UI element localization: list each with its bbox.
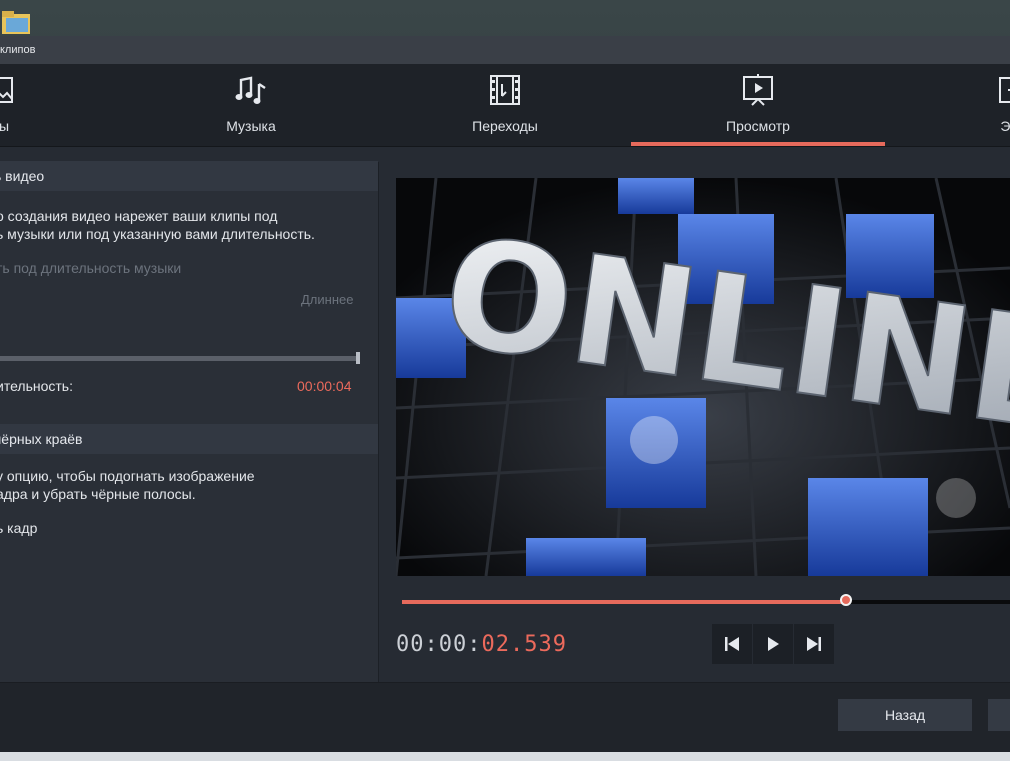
timecode-main: 00:00: (396, 632, 482, 657)
window-title: клипов (0, 44, 36, 56)
play-icon (768, 637, 779, 651)
prev-button[interactable] (712, 624, 752, 664)
fit-to-music-option[interactable]: ть под длительность музыки (0, 260, 181, 276)
timecode-accent: 02.539 (481, 632, 567, 657)
duration-slider-handle[interactable] (356, 352, 360, 364)
section-black-edges-desc-2: адра и убрать чёрные полосы. (0, 486, 196, 502)
next-step-button[interactable] (988, 699, 1010, 731)
settings-panel: ь видео о создания видео нарежет ваши кл… (0, 161, 379, 682)
slider-longer-label: Длиннее (301, 292, 354, 307)
skip-forward-icon (807, 637, 821, 651)
preview-play-icon (743, 74, 773, 106)
tab-export[interactable]: Экс (885, 64, 1010, 146)
tab-preview[interactable]: Просмотр (631, 64, 885, 146)
tab-transitions[interactable]: Переходы (378, 64, 632, 146)
active-tab-indicator (631, 142, 885, 146)
duration-slider[interactable] (0, 356, 360, 361)
duration-value: 00:00:04 (297, 378, 352, 394)
play-button[interactable] (753, 624, 793, 664)
fill-frame-option[interactable]: ь кадр (0, 520, 37, 536)
window-titlebar: клипов (0, 36, 1010, 64)
app-window: клипов лы Музыка (0, 36, 1010, 753)
tab-music-label: Музыка (226, 118, 276, 134)
section-video-desc-1: о создания видео нарежет ваши клипы под (0, 208, 278, 224)
back-button[interactable]: Назад (838, 699, 972, 731)
section-video-desc-2: ь музыки или под указанную вами длительн… (0, 226, 315, 242)
transition-film-icon (490, 75, 520, 105)
video-frame-image: ONLINE (396, 178, 1010, 576)
tab-export-label: Экс (1000, 118, 1010, 134)
next-button[interactable] (794, 624, 834, 664)
preview-panel: ONLINE 00:00:02.539 (379, 162, 1010, 682)
section-black-edges-header: чёрных краёв (0, 424, 378, 454)
tab-media[interactable]: лы (0, 64, 127, 146)
section-video-header: ь видео (0, 161, 378, 191)
tab-music[interactable]: Музыка (124, 64, 378, 146)
tab-preview-label: Просмотр (726, 118, 790, 134)
duration-label: ительность: (0, 378, 73, 394)
tab-media-label: лы (0, 118, 10, 134)
timecode: 00:00:02.539 (396, 632, 567, 657)
folder-icon[interactable] (0, 8, 34, 36)
tab-transitions-label: Переходы (472, 118, 538, 134)
section-black-edges-desc-1: у опцию, чтобы подогнать изображение (0, 468, 255, 484)
bottom-bar: Назад (0, 682, 1010, 753)
music-notes-icon (235, 76, 266, 104)
playback-knob[interactable] (840, 594, 852, 606)
media-icon (0, 77, 13, 103)
video-preview[interactable]: ONLINE (396, 178, 1010, 576)
playback-progress (402, 600, 846, 604)
wizard-tabs: лы Музыка (0, 64, 1010, 147)
export-icon (999, 77, 1010, 103)
taskbar (0, 752, 1010, 761)
skip-back-icon (725, 637, 739, 651)
